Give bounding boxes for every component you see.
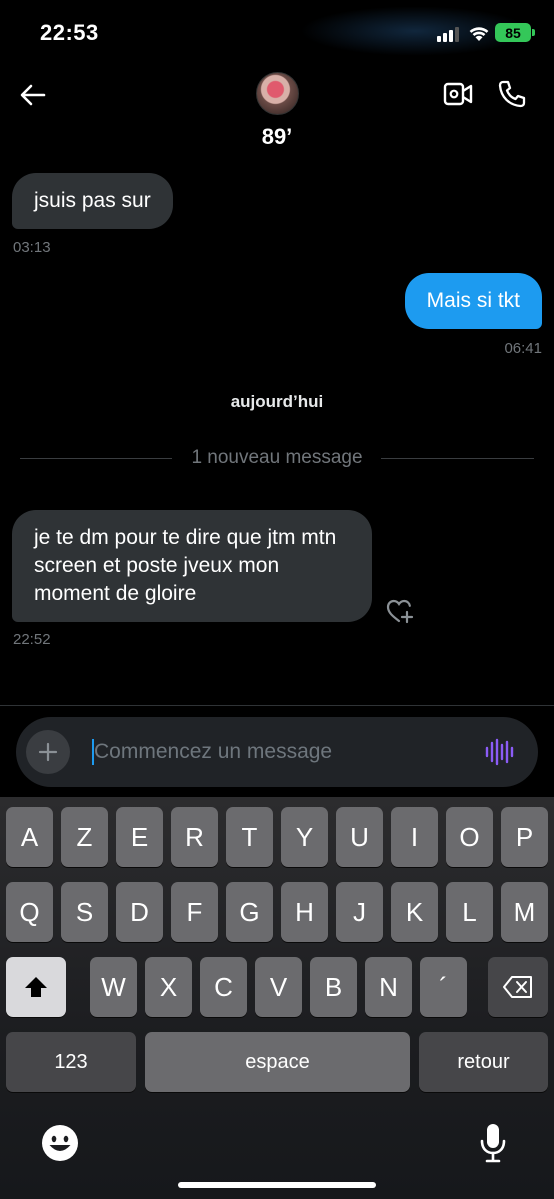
message-bubble-incoming[interactable]: je te dm pour te dire que jtm mtn screen… xyxy=(12,510,372,622)
key-u[interactable]: U xyxy=(336,807,383,867)
key-s[interactable]: S xyxy=(61,882,108,942)
key-e[interactable]: E xyxy=(116,807,163,867)
key-m[interactable]: M xyxy=(501,882,548,942)
key-k[interactable]: K xyxy=(391,882,438,942)
key-t[interactable]: T xyxy=(226,807,273,867)
message-timestamp: 06:41 xyxy=(504,340,542,357)
message-timestamp: 22:52 xyxy=(13,631,51,648)
message-bubble-incoming[interactable]: jsuis pas sur xyxy=(12,173,173,229)
message-thread: jsuis pas sur 03:13 Mais si tkt 06:41 au… xyxy=(0,160,554,705)
key-n[interactable]: N xyxy=(365,957,412,1017)
emoji-icon[interactable] xyxy=(41,1124,79,1162)
status-bar: 22:53 85 xyxy=(0,0,554,64)
add-attachment-button[interactable] xyxy=(26,730,70,774)
home-indicator[interactable] xyxy=(178,1182,376,1188)
key-l[interactable]: L xyxy=(446,882,493,942)
return-key[interactable]: retour xyxy=(419,1032,548,1092)
message-composer xyxy=(16,717,538,787)
backspace-icon xyxy=(503,976,532,998)
space-key[interactable]: espace xyxy=(145,1032,410,1092)
contact-avatar[interactable] xyxy=(256,72,299,115)
key-b[interactable]: B xyxy=(310,957,357,1017)
cellular-signal-icon xyxy=(437,26,463,42)
message-bubble-outgoing[interactable]: Mais si tkt xyxy=(404,273,542,329)
phone-icon[interactable] xyxy=(497,79,527,109)
key-f[interactable]: F xyxy=(171,882,218,942)
day-separator: aujourd’hui xyxy=(230,392,324,411)
key-a[interactable]: A xyxy=(6,807,53,867)
composer-area xyxy=(0,705,554,797)
key-w[interactable]: W xyxy=(90,957,137,1017)
key-x[interactable]: X xyxy=(145,957,192,1017)
microphone-icon[interactable] xyxy=(478,1122,508,1164)
battery-indicator: 85 xyxy=(495,23,535,42)
battery-level: 85 xyxy=(505,24,521,41)
message-timestamp: 03:13 xyxy=(13,239,51,256)
conversation-header: 89’ xyxy=(0,64,554,160)
key-r[interactable]: R xyxy=(171,807,218,867)
add-react-icon[interactable] xyxy=(385,597,415,625)
backspace-key[interactable] xyxy=(488,957,548,1017)
key-o[interactable]: O xyxy=(446,807,493,867)
key-c[interactable]: C xyxy=(200,957,247,1017)
contact-name[interactable]: 89’ xyxy=(0,124,554,150)
divider-line-right xyxy=(381,458,534,459)
key-g[interactable]: G xyxy=(226,882,273,942)
keyboard: A Z E R T Y U I O P Q S D F G H J K L M … xyxy=(0,797,554,1199)
back-arrow-icon[interactable] xyxy=(18,80,48,110)
key-d[interactable]: D xyxy=(116,882,163,942)
key-acute-accent[interactable]: ´ xyxy=(420,957,467,1017)
key-v[interactable]: V xyxy=(255,957,302,1017)
wifi-icon xyxy=(469,27,489,41)
shift-icon xyxy=(25,977,47,997)
key-q[interactable]: Q xyxy=(6,882,53,942)
voice-waveform-icon[interactable] xyxy=(484,737,514,767)
key-i[interactable]: I xyxy=(391,807,438,867)
key-z[interactable]: Z xyxy=(61,807,108,867)
plus-icon xyxy=(38,742,58,762)
key-j[interactable]: J xyxy=(336,882,383,942)
numbers-key[interactable]: 123 xyxy=(6,1032,136,1092)
key-p[interactable]: P xyxy=(501,807,548,867)
shift-key[interactable] xyxy=(6,957,66,1017)
video-call-icon[interactable] xyxy=(443,80,473,108)
message-input[interactable] xyxy=(94,731,474,773)
key-h[interactable]: H xyxy=(281,882,328,942)
key-y[interactable]: Y xyxy=(281,807,328,867)
status-time: 22:53 xyxy=(40,20,99,45)
